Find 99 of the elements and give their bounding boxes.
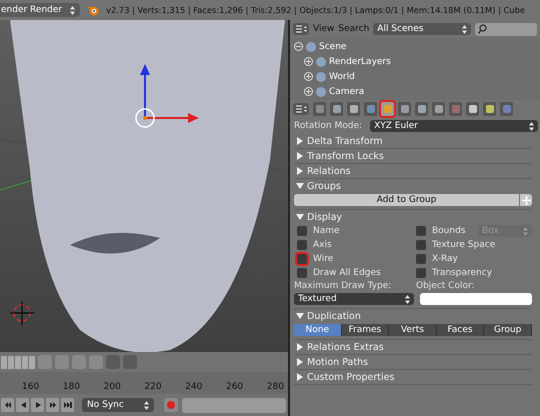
up-down-arrows-icon: [462, 24, 467, 34]
properties-tab[interactable]: [466, 102, 479, 116]
disclosure-triangle-icon: [296, 312, 304, 320]
checkbox-label: Axis: [313, 240, 332, 250]
object-color-label: Object Color:: [416, 281, 476, 291]
jump-start-button[interactable]: [1, 398, 14, 412]
checkbox-label: Bounds: [432, 226, 466, 236]
next-keyframe-icon: [48, 401, 56, 410]
up-down-arrows-icon: [523, 226, 528, 236]
add-button[interactable]: [520, 194, 532, 206]
duplication-option[interactable]: Faces: [436, 324, 484, 336]
duplication-option[interactable]: Verts: [389, 324, 437, 336]
editor-type-icon[interactable]: [293, 103, 309, 115]
checkbox[interactable]: [416, 240, 426, 250]
editor-type-icon[interactable]: [293, 23, 309, 35]
expand-toggle[interactable]: [304, 57, 313, 66]
duplication-option[interactable]: Group: [484, 324, 532, 336]
properties-tab[interactable]: [483, 102, 496, 116]
checkbox-label: Transparency: [432, 268, 492, 278]
panel-header[interactable]: Relations Extras: [294, 340, 532, 354]
checkbox-label: Wire: [313, 254, 334, 264]
up-down-arrows-icon: [70, 6, 76, 14]
properties-tab[interactable]: [398, 102, 411, 116]
properties-tab[interactable]: [415, 102, 428, 116]
frame-number: 220: [144, 382, 162, 392]
expand-toggle[interactable]: [304, 72, 313, 81]
frame-number: 260: [226, 382, 244, 392]
checkbox[interactable]: [416, 226, 426, 236]
checkbox[interactable]: [416, 268, 426, 278]
scene-icon: [306, 42, 316, 52]
object-color-swatch[interactable]: [420, 293, 532, 305]
up-down-arrows-icon: [405, 294, 410, 304]
up-down-arrows-icon: [529, 122, 534, 130]
record-button[interactable]: [164, 398, 178, 412]
tree-item[interactable]: World: [329, 72, 355, 82]
jump-start-icon: [4, 401, 12, 410]
tree-item[interactable]: RenderLayers: [329, 56, 391, 66]
panel-header[interactable]: Transform Locks: [294, 149, 532, 163]
properties-tab[interactable]: [330, 102, 343, 116]
panel-header[interactable]: Motion Paths: [294, 355, 532, 369]
max-draw-type-dropdown[interactable]: Textured: [294, 293, 414, 305]
properties-tab[interactable]: [432, 102, 445, 116]
next-keyframe-button[interactable]: [46, 398, 59, 412]
panel-header[interactable]: Display: [294, 210, 532, 224]
jump-end-icon: [64, 401, 72, 410]
up-down-arrows-icon: [144, 400, 149, 410]
properties-tab[interactable]: [347, 102, 360, 116]
rotation-mode-dropdown[interactable]: XYZ Euler: [370, 120, 538, 132]
duplication-option[interactable]: None: [294, 324, 342, 336]
play-reverse-button[interactable]: [16, 398, 29, 412]
panel-header[interactable]: Groups: [294, 179, 532, 193]
play-reverse-icon: [18, 401, 26, 410]
blender-logo-icon: [86, 4, 100, 16]
checkbox-label: Name: [313, 226, 340, 236]
scene-filter-dropdown[interactable]: All Scenes: [373, 23, 471, 35]
checkbox[interactable]: [297, 240, 307, 250]
expand-toggle[interactable]: [304, 87, 313, 96]
checkbox[interactable]: [297, 226, 307, 236]
play-icon: [34, 401, 42, 410]
tree-item[interactable]: Camera: [329, 86, 364, 96]
3d-cursor-icon: [10, 300, 34, 326]
scene-statistics: v2.73 | Verts:1,315 | Faces:1,296 | Tris:2,592 | Objects:1/3 | Lamps:0/1 | Mem:14.18M (0.11M) | Cube: [106, 5, 525, 15]
menu-item[interactable]: Search: [338, 24, 370, 34]
rotation-mode-label: Rotation Mode:: [294, 121, 362, 131]
jump-end-button[interactable]: [61, 398, 74, 412]
duplication-option[interactable]: Frames: [342, 324, 390, 336]
play-button[interactable]: [31, 398, 44, 412]
add-to-group-button[interactable]: Add to Group: [294, 194, 519, 206]
expand-toggle[interactable]: [294, 42, 303, 51]
panel-header[interactable]: Duplication: [294, 309, 532, 323]
layer-buttons-icon[interactable]: [1, 356, 35, 369]
checkbox-label: Texture Space: [432, 240, 496, 250]
checkbox-label: Draw All Edges: [313, 268, 381, 278]
keying-set-field[interactable]: [182, 398, 286, 413]
checkbox[interactable]: [416, 254, 426, 264]
checkbox[interactable]: [297, 254, 307, 264]
tree-item[interactable]: Scene: [319, 42, 346, 52]
max-draw-type-label: Maximum Draw Type:: [294, 281, 392, 291]
panel-header[interactable]: Relations: [294, 164, 532, 178]
render-engine-dropdown[interactable]: ender Render: [0, 3, 80, 17]
properties-tab[interactable]: [313, 102, 326, 116]
panel-header[interactable]: Delta Transform: [294, 134, 532, 148]
plus-icon: [522, 196, 530, 204]
properties-tab[interactable]: [364, 102, 377, 116]
properties-tab[interactable]: [500, 102, 513, 116]
disclosure-triangle-icon: [296, 213, 304, 221]
sync-mode-dropdown[interactable]: No Sync: [82, 398, 154, 412]
frame-number: 200: [104, 382, 121, 392]
frame-number: 240: [185, 382, 202, 392]
frame-number: 280: [266, 382, 284, 392]
frame-number: 160: [22, 382, 40, 392]
search-icon: [478, 24, 487, 34]
checkbox[interactable]: [297, 268, 307, 278]
transform-gizmo-drawing[interactable]: [135, 64, 199, 128]
frame-number: 180: [62, 382, 80, 392]
menu-item[interactable]: View: [313, 24, 334, 34]
checkbox-label: X-Ray: [432, 254, 458, 264]
search-field[interactable]: [475, 22, 537, 36]
panel-header[interactable]: Custom Properties: [294, 370, 532, 384]
